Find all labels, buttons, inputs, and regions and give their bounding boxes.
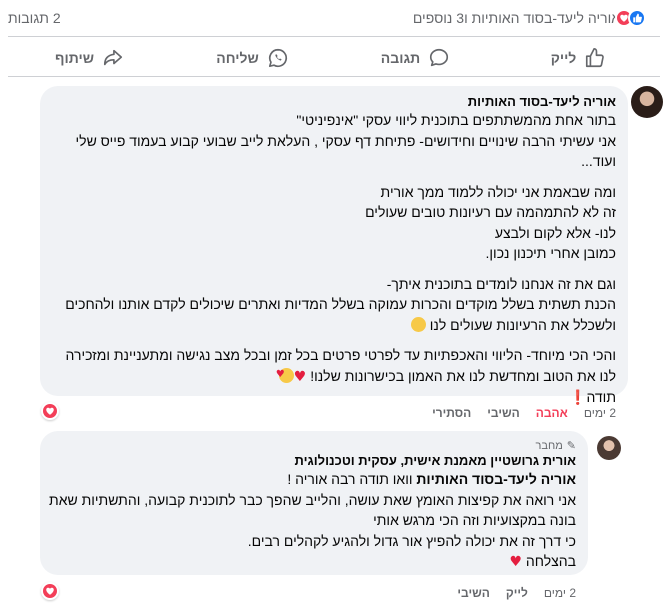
hide-link[interactable]: הסתירי — [432, 406, 471, 420]
comment-text-line: אני עשיתי הרבה שינויים וחידושים- פתיחת ד… — [75, 132, 616, 149]
comment-text-segment: בהצלחה — [525, 553, 576, 569]
comment-text-segment: וואו תודה רבה אוריה ! — [287, 471, 417, 487]
comment-meta: 2 ימים אהבה השיבי הסתירי — [432, 406, 616, 420]
comment-count[interactable]: 2 תגובות — [8, 10, 61, 26]
comment-text-line: והכי הכי מיוחד- הליווי והאכפתיות עד לפרט… — [65, 347, 616, 363]
divider — [8, 76, 660, 77]
share-button-label: שיתוף — [55, 50, 94, 66]
love-reaction-icon[interactable] — [41, 582, 59, 600]
love-reaction-icon[interactable] — [41, 402, 59, 420]
comment-text-segment: ולשכלל את הרעיונות שעולים לנו — [429, 316, 616, 333]
reply-link[interactable]: השיבי — [487, 406, 519, 420]
comment-text-line: בהצלחה ♥ — [52, 551, 576, 573]
comment-text-segment: לנו את הטוב ומחדשת לנו את האמון בכישרונו… — [310, 367, 616, 384]
comment-meta: 2 ימים לייק השיבי — [457, 586, 576, 600]
avatar[interactable] — [631, 86, 663, 118]
comment-author[interactable]: אורית גרושטיין מאמנת אישית, עסקית וטכנול… — [52, 453, 576, 469]
comment-text-line: אוריה ליעד-בסוד האותיות וואו תודה רבה או… — [52, 469, 576, 490]
comment-time[interactable]: 2 ימים — [544, 586, 576, 600]
comment-text-line: כמובן אחרי תיכנון נכון. — [485, 245, 616, 261]
comment-text-line: לנו- אלא לקום ולבצע — [494, 224, 616, 241]
comment-text-segment: תודה — [586, 389, 616, 405]
comment-text-line: בונה במקצועיות וזה הכי מרגש אותי — [373, 512, 576, 528]
send-button-label: שליחה — [216, 50, 259, 66]
comment-text-line: כי דרך זה את יכולה להפיץ אור גדול ולהגיע… — [247, 532, 576, 549]
reactions-summary-bar: אוריה ליעד-בסוד האותיות ו3 נוספים 2 תגוב… — [0, 0, 668, 36]
like-icon — [628, 9, 646, 27]
comment-text-line: הכנת תשתית בשלל מוקדים והכרות עמוקה בשלל… — [65, 296, 616, 312]
thumbs-up-icon — [586, 48, 605, 68]
avatar[interactable] — [597, 436, 621, 460]
love-link[interactable]: אהבה — [536, 406, 568, 420]
whatsapp-icon — [268, 48, 287, 68]
comment-text-line: בתור אחת מהמשתתפים בתוכנית ליווי עסקי "א… — [296, 112, 616, 128]
share-icon — [103, 49, 123, 66]
comment-author[interactable]: אוריה ליעד-בסוד האותיות — [52, 94, 616, 110]
divider — [8, 36, 660, 37]
smile-emoji-icon — [410, 316, 426, 332]
comment-text-line: וגם את זה אנחנו לומדים בתוכנית איתך- — [386, 275, 616, 292]
author-badge: ✎ מחבר — [52, 439, 576, 453]
heart-emoji-icon: ♥ — [509, 554, 522, 570]
like-button[interactable]: לייק — [497, 40, 660, 76]
post-action-bar: לייק תגובה שליחה שיתוף — [8, 40, 660, 76]
comment-icon — [430, 48, 449, 67]
comment-bubble: אוריה ליעד-בסוד האותיות בתור אחת מהמשתתפ… — [40, 86, 628, 406]
reaction-icons[interactable] — [615, 9, 646, 27]
comment-text-line: ועוד... — [581, 153, 616, 169]
like-button-label: לייק — [550, 50, 577, 66]
comment-button[interactable]: תגובה — [334, 40, 497, 76]
comment-button-label: תגובה — [380, 50, 421, 66]
comment-text-line: ומה שבאמת אני יכולה ללמוד ממך אורית — [380, 183, 616, 200]
comment-text-line: אני רואה את קפיצות האומץ שאת עושה, והליי… — [49, 491, 576, 508]
author-badge-label: מחבר — [535, 440, 563, 452]
comment-text-line: זה לא להתמהמה עם רעיונות טובים שעולים — [365, 204, 616, 220]
reply-bubble: ✎ מחבר אורית גרושטיין מאמנת אישית, עסקית … — [40, 431, 588, 575]
reaction-names[interactable]: אוריה ליעד-בסוד האותיות ו3 נוספים — [413, 10, 620, 26]
mention-link[interactable]: אוריה ליעד-בסוד האותיות — [416, 471, 576, 487]
like-link[interactable]: לייק — [506, 586, 528, 600]
pencil-icon: ✎ — [566, 439, 576, 452]
send-button[interactable]: שליחה — [171, 40, 334, 76]
smiling-hearts-emoji-icon — [276, 365, 294, 386]
heart-emoji-icon: ♥ — [293, 368, 307, 385]
reply-link[interactable]: השיבי — [457, 586, 489, 600]
comment-text-line: ולשכלל את הרעיונות שעולים לנו — [52, 315, 616, 336]
comment-text-line: לנו את הטוב ומחדשת לנו את האמון בכישרונו… — [52, 365, 616, 388]
share-button[interactable]: שיתוף — [8, 40, 171, 76]
comment-time[interactable]: 2 ימים — [584, 406, 616, 420]
